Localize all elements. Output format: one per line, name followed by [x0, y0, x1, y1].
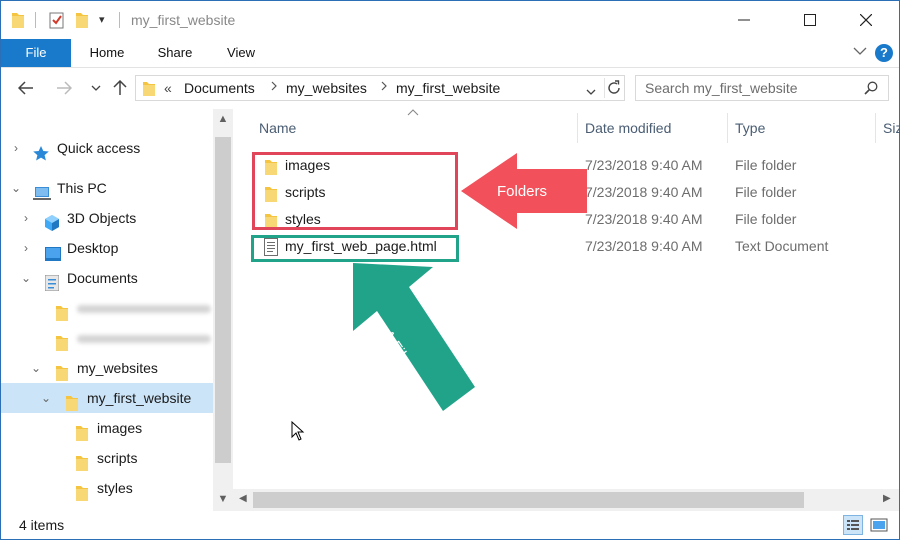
file-arrow — [353, 263, 475, 411]
large-icons-view-icon — [870, 518, 888, 532]
large-icons-view-button[interactable] — [869, 515, 889, 535]
status-bar: 4 items — [1, 511, 899, 539]
item-count: 4 items — [19, 517, 65, 533]
folders-label: Folders — [497, 183, 548, 200]
explorer-window: ▾ my_first_website File Home Share View … — [0, 0, 900, 540]
annotation-arrows — [353, 153, 587, 411]
details-view-icon — [847, 520, 859, 530]
details-view-button[interactable] — [843, 515, 863, 535]
